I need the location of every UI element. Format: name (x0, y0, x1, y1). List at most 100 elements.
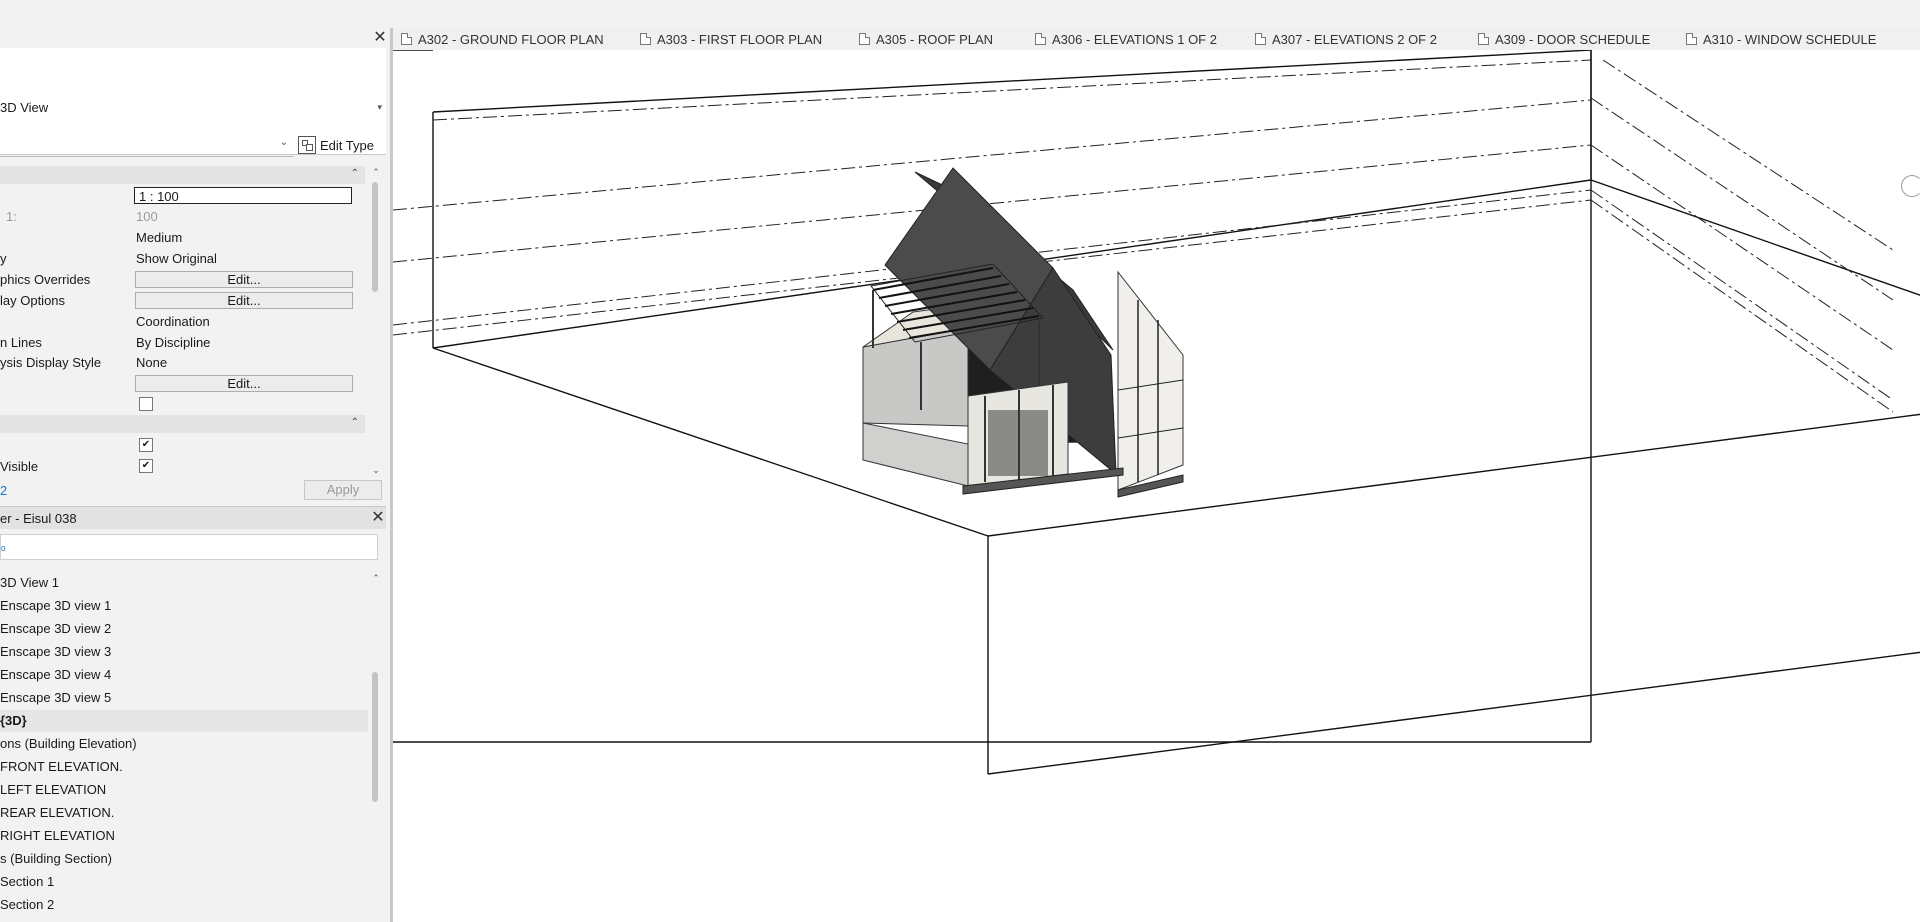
project-browser-search-input[interactable]: ₒ (0, 534, 378, 560)
property-value: Coordination (136, 314, 210, 329)
level-line (393, 99, 1592, 211)
browser-item[interactable]: Section 1 (0, 871, 368, 893)
view-scale-input[interactable]: 1 : 100 (134, 187, 352, 204)
property-row: lay Options Edit... (0, 290, 365, 311)
browser-item[interactable]: LEFT ELEVATION (0, 779, 368, 801)
edit-type-icon (298, 136, 316, 154)
grid-line (1602, 59, 1894, 251)
property-name: n Lines (0, 335, 42, 350)
properties-scrollbar[interactable]: ⌃ ⌄ (370, 166, 382, 476)
property-checkbox[interactable]: ✔ (139, 438, 153, 452)
section-box-edge (432, 50, 1592, 113)
property-row[interactable]: y Show Original (0, 248, 365, 269)
browser-item[interactable]: FRONT ELEVATION. (0, 756, 368, 778)
property-name: phics Overrides (0, 272, 91, 287)
scrollbar-thumb[interactable] (372, 182, 378, 292)
property-row: 1 : 100 (0, 186, 365, 207)
chevron-up-icon[interactable]: ⌃ (370, 572, 382, 584)
project-browser-title: er - Eisul 038 (0, 511, 77, 526)
house-model (862, 167, 1184, 498)
view-tab[interactable]: A303 - FIRST FLOOR PLAN (640, 28, 822, 50)
browser-item[interactable]: Enscape 3D view 4 (0, 664, 368, 686)
browser-group[interactable]: s (Building Section) (0, 848, 368, 870)
browser-group[interactable]: ons (Building Elevation) (0, 733, 368, 755)
close-icon[interactable]: ✕ (370, 510, 386, 526)
grid-line (1590, 189, 1894, 401)
display-options-edit-button[interactable]: Edit... (135, 292, 353, 309)
browser-item[interactable]: 3D View 1 (0, 572, 368, 594)
view-tab[interactable]: A309 - DOOR SCHEDULE (1478, 28, 1650, 50)
property-row[interactable]: ysis Display Style None (0, 352, 365, 373)
property-value: 100 (136, 209, 158, 224)
group-header-extents[interactable]: ⌃ (0, 415, 365, 433)
browser-scrollbar[interactable]: ⌃ (370, 572, 382, 922)
grid-line (1590, 199, 1894, 413)
property-value: None (136, 355, 168, 370)
search-icon: ₒ (1, 539, 6, 553)
browser-item[interactable]: RIGHT ELEVATION (0, 825, 368, 847)
navigation-wheel-icon[interactable] (1901, 175, 1920, 197)
property-row[interactable]: n Lines By Discipline (0, 332, 365, 353)
property-row: Edit... (0, 373, 365, 394)
project-browser-header: er - Eisul 038 ✕ (0, 506, 386, 529)
property-checkbox[interactable]: ✔ (139, 459, 153, 473)
group-header-graphics[interactable]: ⌃ (0, 166, 365, 184)
view-filter-dropdown[interactable]: ⌄ (0, 134, 294, 157)
view-tab[interactable]: A305 - ROOF PLAN (859, 28, 993, 50)
property-checkbox[interactable] (139, 397, 153, 411)
sheet-document-icon (401, 33, 412, 45)
property-value: Medium (136, 230, 183, 245)
close-icon[interactable]: ✕ (372, 30, 388, 46)
chevron-up-double-icon[interactable]: ⌃ (351, 168, 359, 179)
properties-panel: ✕ 3D View ▾ ⌄ Edit Type ⌃ 1 : 100 1: 100… (0, 28, 393, 922)
property-row (0, 394, 365, 415)
level-line (432, 59, 1592, 121)
browser-item-selected[interactable]: {3D} (0, 710, 368, 732)
chevron-down-icon[interactable]: ⌄ (370, 464, 382, 476)
property-row: 1: 100 (0, 206, 365, 227)
scrollbar-thumb[interactable] (372, 672, 378, 802)
edit-type-label: Edit Type (320, 137, 374, 153)
title-strip (0, 0, 1920, 29)
chevron-up-double-icon[interactable]: ⌃ (351, 417, 359, 428)
3d-view-canvas[interactable] (393, 50, 1920, 922)
browser-item[interactable]: Enscape 3D view 3 (0, 641, 368, 663)
property-value: Show Original (136, 251, 217, 266)
view-tab[interactable]: A310 - WINDOW SCHEDULE (1686, 28, 1876, 50)
browser-item[interactable]: Enscape 3D view 1 (0, 595, 368, 617)
browser-item[interactable]: Section 2 (0, 894, 368, 916)
view-tab[interactable]: A302 - GROUND FLOOR PLAN (401, 28, 604, 50)
graphics-overrides-edit-button[interactable]: Edit... (135, 271, 353, 288)
browser-item[interactable]: Enscape 3D view 2 (0, 618, 368, 640)
edit-type-button[interactable]: Edit Type (298, 134, 374, 156)
properties-help-link[interactable]: 2 (0, 483, 7, 498)
chevron-up-icon[interactable]: ⌃ (370, 166, 382, 178)
browser-item[interactable]: Enscape 3D view 5 (0, 687, 368, 709)
3d-model-drawing (393, 50, 1920, 775)
property-name: ysis Display Style (0, 355, 102, 370)
sheet-document-icon (640, 33, 651, 45)
grid-line (1590, 144, 1894, 351)
sheet-document-icon (1478, 33, 1489, 45)
sheet-document-icon (1686, 33, 1697, 45)
browser-item[interactable]: REAR ELEVATION. (0, 802, 368, 824)
view-tab[interactable]: A307 - ELEVATIONS 2 OF 2 (1255, 28, 1437, 50)
property-name: y (0, 251, 7, 266)
view-filter-row: ⌄ Edit Type (0, 130, 386, 160)
view-tab[interactable]: A306 - ELEVATIONS 1 OF 2 (1035, 28, 1217, 50)
property-row[interactable]: Medium (0, 227, 365, 248)
sheet-document-icon (1035, 33, 1046, 45)
chevron-down-icon: ⌄ (279, 137, 288, 148)
grid-line (1590, 97, 1894, 301)
sheet-document-icon (859, 33, 870, 45)
property-name: 1: (6, 209, 17, 224)
section-box-edge (987, 651, 1920, 775)
property-row[interactable]: Coordination (0, 311, 365, 332)
property-name: Visible (0, 459, 39, 474)
edit-button[interactable]: Edit... (135, 375, 353, 392)
property-name: lay Options (0, 293, 66, 308)
apply-button[interactable]: Apply (304, 480, 382, 500)
chevron-down-icon[interactable]: ▾ (377, 102, 382, 113)
view-tab-strip: A302 - GROUND FLOOR PLAN A303 - FIRST FL… (393, 28, 1920, 50)
property-row: ✔ (0, 435, 365, 456)
